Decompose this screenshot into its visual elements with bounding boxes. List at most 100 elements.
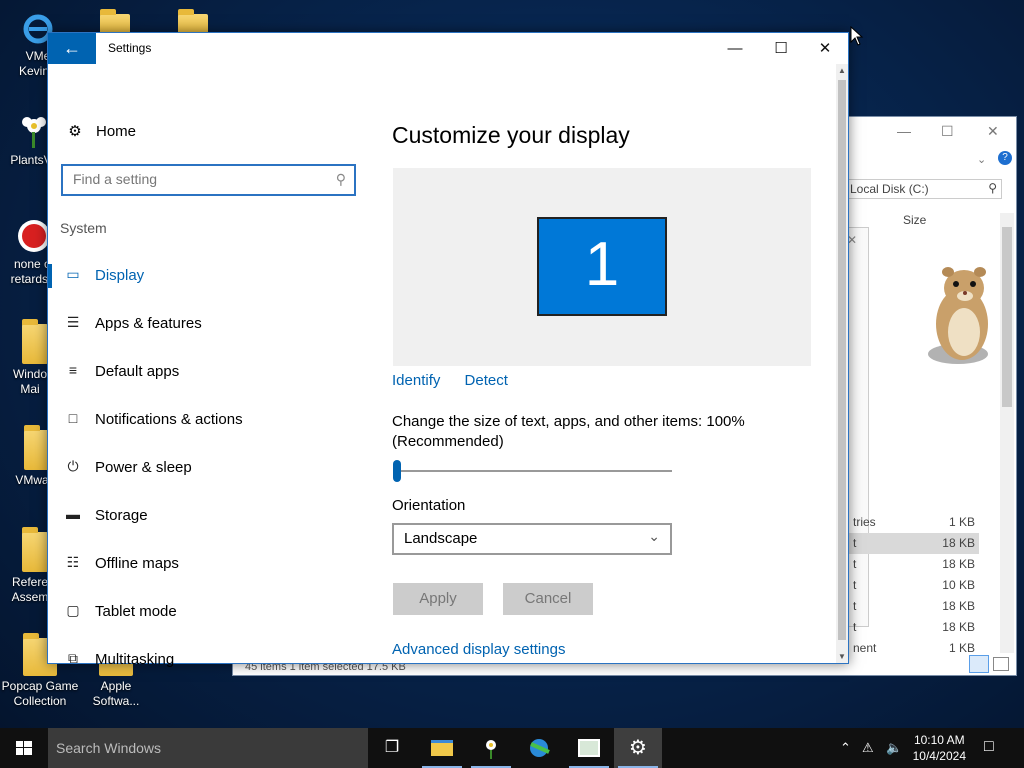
settings-taskbar-button[interactable]: ⚙ [614,728,662,768]
sidebar-item-label: Apps & features [95,315,202,332]
scale-slider[interactable] [393,460,672,482]
sidebar-item-label: Storage [95,507,148,524]
folder-icon[interactable] [100,9,130,34]
sidebar-item-power-sleep[interactable]: ⏻ Power & sleep [48,446,368,490]
clock-time: 10:10 AM [913,733,965,747]
column-header-size[interactable]: Size [903,213,926,227]
sidebar-item-label: Display [95,267,145,284]
gear-icon: ⚙ [629,737,647,759]
sidebar-item-offline-maps[interactable]: ☷ Offline maps [48,542,368,586]
monitor-icon: ▭ [66,266,80,282]
back-button[interactable]: ← [48,33,96,64]
app-taskbar-button[interactable] [565,728,613,768]
table-row[interactable]: t 18 KB [845,617,979,638]
search-icon: ⚲ [335,171,346,187]
sidebar-item-label: Multitasking [95,651,175,668]
task-view-button[interactable]: ❐ [368,728,416,768]
network-warning-icon[interactable]: ⚠ [862,740,874,756]
scroll-down-icon[interactable]: ▼ [836,652,848,661]
table-row[interactable]: t 10 KB [845,575,979,596]
page-title: Customize your display [392,122,630,148]
chevron-up-icon[interactable]: ⌃ [840,740,851,756]
sidebar-item-label: Default apps [95,363,180,380]
minimize-icon: — [727,40,743,57]
orientation-value: Landscape [404,530,478,547]
list-icon: ☰ [66,314,80,330]
table-row[interactable]: t 18 KB [845,596,979,617]
monitor-1-tile[interactable]: 1 [537,217,667,316]
taskbar: Search Windows ❐ ⚙ ⌃ ⚠ 🔈 10:10 AM 10/4/2… [0,728,1024,768]
sidebar-item-label: Tablet mode [95,603,177,620]
gear-icon: ⚙ [68,123,82,140]
action-center-icon[interactable]: □ [984,738,994,756]
network-app-taskbar-button[interactable] [516,728,564,768]
clock-date: 10/4/2024 [912,749,966,763]
sidebar-item-display[interactable]: ▭ Display [48,254,368,298]
clock[interactable]: 10:10 AM 10/4/2024 [913,732,966,764]
close-button[interactable]: ✕ [802,33,848,64]
close-icon: ✕ [818,40,832,57]
settings-window[interactable]: ← Settings — ☐ ✕ ⚙ Home Find a setting ⚲ … [47,32,849,668]
map-icon: ☷ [66,554,80,570]
scroll-thumb[interactable] [838,80,846,640]
file-explorer-taskbar-button[interactable] [418,728,466,768]
power-icon: ⏻ [67,458,79,474]
volume-muted-icon[interactable]: 🔈 [886,740,902,756]
orientation-dropdown[interactable]: Landscape ⌄ [392,523,672,555]
display-content: Customize your display 1 Identify Detect… [392,64,848,663]
start-button[interactable] [0,728,48,768]
nav-home[interactable]: ⚙ Home [64,122,136,140]
hamster-desktop-pet[interactable] [918,262,1008,370]
sidebar-item-label: Power & sleep [95,459,192,476]
sidebar-item-tablet-mode[interactable]: ▢ Tablet mode [48,590,368,634]
help-icon[interactable]: ? [998,151,1012,165]
title-bar[interactable]: ← Settings — ☐ ✕ [48,33,848,64]
file-explorer-icon [431,740,453,756]
identify-link[interactable]: Identify [392,372,440,389]
flower-icon [486,740,496,759]
display-preview: 1 [393,168,811,366]
table-row[interactable]: t 18 KB [845,554,979,575]
maximize-button[interactable]: ☐ [758,33,804,64]
section-heading: System [60,220,107,236]
multitasking-icon: ⧉ [68,650,78,666]
advanced-display-settings-link[interactable]: Advanced display settings [392,641,565,658]
minimize-button[interactable]: — [712,33,758,64]
slider-thumb[interactable] [393,460,401,482]
sidebar-item-multitasking[interactable]: ⧉ Multitasking [48,638,368,682]
cancel-button[interactable]: Cancel [503,583,593,615]
maximize-icon[interactable]: ☐ [941,123,954,140]
close-icon[interactable]: ✕ [987,123,999,140]
table-row[interactable]: tries 1 KB [845,512,979,533]
search-input[interactable]: Find a setting ⚲ [61,164,356,196]
sidebar-item-label: Notifications & actions [95,411,243,428]
desktop-icon-label: Softwa... [92,694,140,708]
search-input[interactable]: Local Disk (C:) ⚲ [845,179,1002,199]
sidebar-item-default-apps[interactable]: ≡ Default apps [48,350,368,394]
scale-label-recommended: (Recommended) [392,433,504,450]
sidebar-item-notifications[interactable]: □ Notifications & actions [48,398,368,442]
detect-link[interactable]: Detect [465,372,508,389]
folder-icon [22,319,48,364]
taskbar-search-input[interactable]: Search Windows [48,728,368,768]
sidebar-item-label: Offline maps [95,555,179,572]
flower-icon [17,112,51,150]
folder-icon[interactable] [178,9,208,34]
minimize-icon[interactable]: — [897,123,911,139]
sidebar-item-apps-features[interactable]: ☰ Apps & features [48,302,368,346]
scroll-up-icon[interactable]: ▲ [836,66,848,75]
search-placeholder: Find a setting [73,171,158,187]
desktop-icon-label: Collection [13,694,67,708]
apply-button[interactable]: Apply [393,583,483,615]
chevron-down-icon: ⌄ [648,528,660,544]
table-row[interactable]: t 18 KB [845,533,979,554]
sidebar-item-storage[interactable]: ▬ Storage [48,494,368,538]
task-view-icon: ❐ [384,739,400,756]
scrollbar[interactable]: ▲ ▼ [836,64,848,663]
mouse-cursor-icon [850,25,864,51]
settings-nav: ⚙ Home Find a setting ⚲ System ▭ Display ☰… [48,64,368,668]
table-row[interactable]: nent 1 KB [845,638,979,659]
orientation-label: Orientation [392,497,466,514]
chevron-down-icon[interactable]: ⌄ [977,153,986,166]
plants-vs-zombies-taskbar-button[interactable] [467,728,515,768]
